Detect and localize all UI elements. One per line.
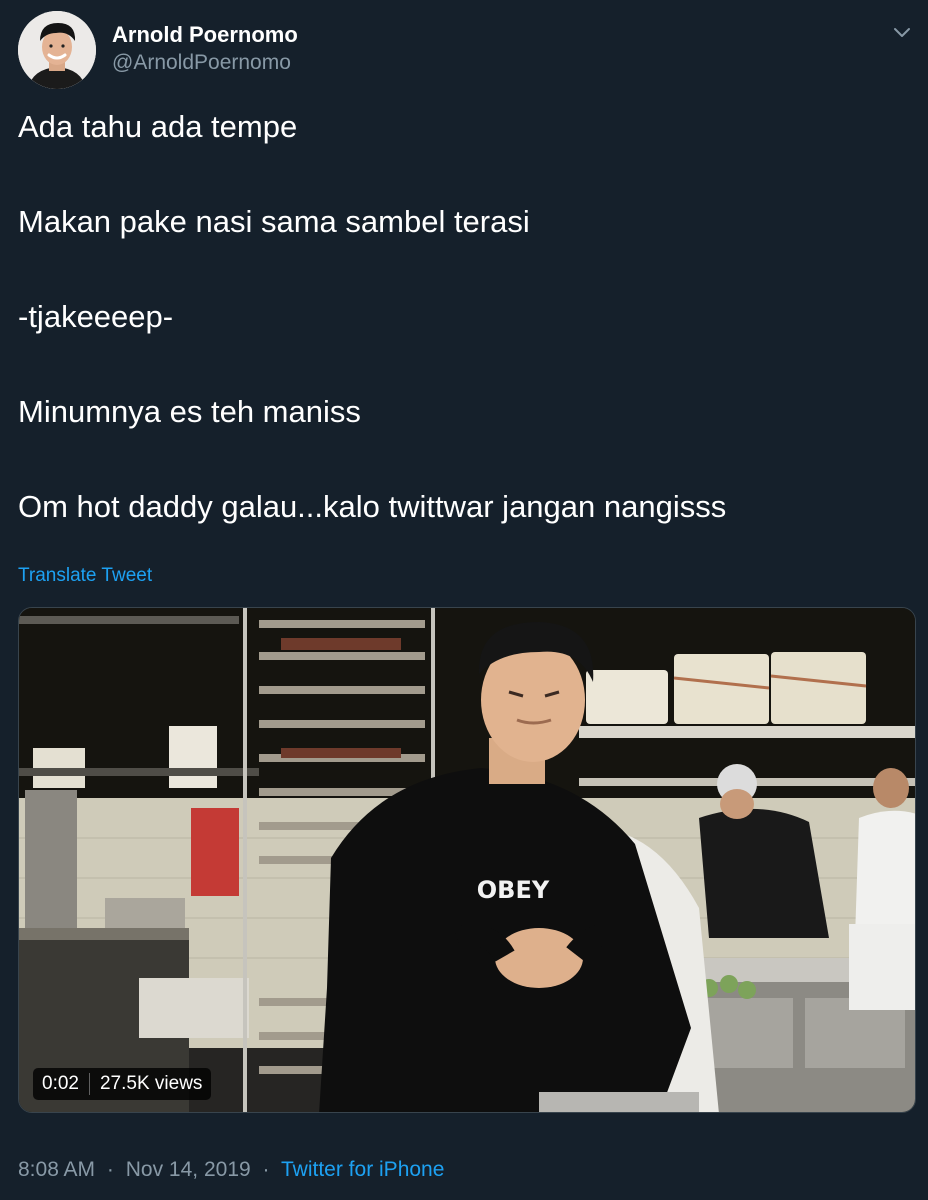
chevron-down-icon[interactable] (890, 20, 914, 44)
video-frame: OBEY (19, 608, 915, 1112)
tweet-time[interactable]: 8:08 AM (18, 1158, 95, 1181)
video-views: 27.5K views (99, 1073, 203, 1094)
tweet-header: Arnold Poernomo @ArnoldPoernomo (18, 10, 298, 90)
tweet-text: Ada tahu ada tempe Makan pake nasi sama … (18, 108, 908, 583)
tweet-line: Ada tahu ada tempe (18, 109, 298, 144)
tweet-date[interactable]: Nov 14, 2019 (126, 1158, 251, 1181)
tweet-line: Om hot daddy galau...kalo twittwar janga… (18, 489, 727, 524)
tweet-source-link[interactable]: Twitter for iPhone (281, 1158, 444, 1181)
author-names: Arnold Poernomo @ArnoldPoernomo (112, 21, 298, 77)
badge-divider (88, 1073, 90, 1095)
footer-separator: · (262, 1158, 270, 1181)
shirt-text: OBEY (477, 876, 550, 904)
author-handle[interactable]: @ArnoldPoernomo (112, 49, 298, 77)
author-display-name[interactable]: Arnold Poernomo (112, 21, 298, 49)
tweet-line: -tjakeeeep- (18, 299, 174, 334)
tweet-card: Arnold Poernomo @ArnoldPoernomo Ada tahu… (0, 0, 928, 1200)
video-player[interactable]: OBEY 0:02 27.5K views (18, 607, 916, 1113)
video-duration: 0:02 (42, 1073, 79, 1094)
tweet-line: Minumnya es teh maniss (18, 394, 361, 429)
video-stats-badge: 0:02 27.5K views (33, 1068, 212, 1100)
avatar[interactable] (18, 11, 96, 89)
footer-separator: · (106, 1158, 114, 1181)
translate-tweet-link[interactable]: Translate Tweet (18, 563, 152, 589)
profile-photo-icon (18, 11, 96, 89)
tweet-line: Makan pake nasi sama sambel terasi (18, 204, 530, 239)
tweet-footer: 8:08 AM · Nov 14, 2019 · Twitter for iPh… (18, 1155, 444, 1185)
